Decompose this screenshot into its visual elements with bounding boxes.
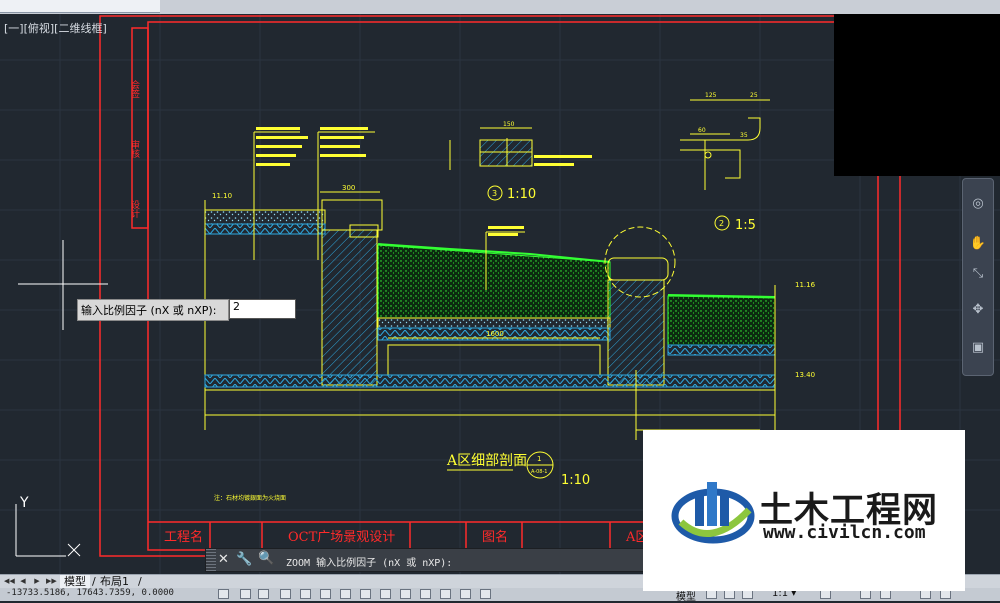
lineweight-icon[interactable]	[420, 589, 431, 599]
tab-slash-end: /	[138, 575, 142, 588]
detail-2-dim-c: 60	[698, 127, 706, 134]
civilcn-logo-icon	[671, 482, 755, 544]
tab-model[interactable]: 模型	[60, 575, 90, 589]
detail-2-dim-a: 125	[705, 92, 717, 99]
overlay-black-panel	[834, 14, 1000, 176]
viewport-controls-label[interactable]: [一][俯视][二维线框]	[4, 20, 107, 36]
document-tab[interactable]	[0, 0, 160, 13]
dynamic-input-field[interactable]: 2	[229, 299, 296, 319]
side-label-column: 会签 审核 设计	[129, 79, 140, 219]
detail-3-number: 3	[492, 189, 497, 198]
detail-2: 125 25 60 35 2 1:5	[680, 92, 770, 233]
polar-icon[interactable]	[300, 589, 311, 599]
3d-osnap-icon[interactable]	[340, 589, 351, 599]
section-callout: 1	[537, 455, 541, 463]
section-title: A区细部剖面	[446, 453, 527, 469]
otrack-icon[interactable]	[360, 589, 371, 599]
wrench-icon[interactable]: 🔧	[236, 552, 252, 567]
detail-2-number: 2	[719, 219, 724, 228]
showmotion-icon[interactable]: ▣	[968, 339, 988, 357]
dim-1600: 1600	[486, 330, 504, 338]
command-line-text[interactable]: ZOOM 输入比例因子 (nX 或 nXP):	[286, 554, 452, 569]
detail-3-dim: 150	[503, 121, 515, 128]
navigation-bar: ◎ ✋ ⤡ ✥ ▣	[962, 178, 994, 376]
tab-first-icon[interactable]: ◀◀	[4, 576, 15, 587]
level-3: 11.10	[212, 192, 232, 200]
detail-2-scale: 1:5	[735, 218, 756, 233]
snap-mode-icon[interactable]	[218, 589, 229, 599]
selection-cycling-icon[interactable]	[480, 589, 491, 599]
command-line-grip[interactable]	[206, 549, 216, 571]
watermark-logo-box: 土木工程网 www.civilcn.com	[643, 430, 965, 591]
search-icon[interactable]: 🔍	[258, 551, 274, 566]
level-2: 13.40	[795, 371, 815, 379]
steering-wheel-icon[interactable]: ◎	[968, 195, 988, 213]
tab-next-icon[interactable]: ▶	[32, 576, 42, 587]
close-icon[interactable]: ✕	[218, 552, 229, 567]
tab-prev-icon[interactable]: ◀	[18, 576, 28, 587]
detail-3: 150 3 1:10	[449, 121, 592, 202]
orbit-icon[interactable]: ✥	[968, 301, 988, 319]
watermark-url: www.civilcn.com	[763, 522, 926, 543]
section-scale: 1:10	[561, 473, 590, 488]
zoom-extents-icon[interactable]: ⤡	[968, 265, 988, 283]
side-label-3: 设计	[129, 200, 140, 219]
command-line[interactable]: ✕ 🔧 🔍 ZOOM 输入比例因子 (nX 或 nXP):	[205, 548, 645, 572]
grid-icon[interactable]	[258, 589, 269, 599]
side-label-1: 会签	[129, 79, 140, 98]
level-1: 11.16	[795, 281, 816, 289]
detail-3-scale: 1:10	[507, 187, 536, 202]
ortho-icon[interactable]	[280, 589, 291, 599]
title-block-drawing-label: 图名	[482, 529, 508, 545]
ucs-y-label: Y	[19, 495, 29, 511]
tab-last-icon[interactable]: ▶▶	[46, 576, 57, 587]
tab-layout1[interactable]: 布局1	[96, 575, 133, 589]
dynamic-input-prompt: 输入比例因子 (nX 或 nXP):	[77, 299, 229, 321]
ucs-icon	[15, 504, 81, 557]
osnap-icon[interactable]	[320, 589, 331, 599]
infer-icon[interactable]	[240, 589, 251, 599]
pan-icon[interactable]: ✋	[968, 235, 988, 253]
coordinate-readout: -13733.5186, 17643.7359, 0.0000	[6, 588, 174, 598]
detail-2-dim-b: 25	[750, 92, 758, 99]
drawing-note: 注：石材均镀銀面为火烧面	[214, 494, 286, 502]
side-label-2: 审核	[129, 139, 140, 159]
ducs-icon[interactable]	[380, 589, 391, 599]
title-block-project-name: OCT广场景观设计	[288, 530, 395, 545]
dim-300: 300	[342, 184, 355, 192]
transparency-icon[interactable]	[440, 589, 451, 599]
section-callout-sub: A-08-1	[531, 469, 547, 475]
dyn-icon[interactable]	[400, 589, 411, 599]
title-block-project-label: 工程名	[164, 529, 203, 545]
quick-properties-icon[interactable]	[460, 589, 471, 599]
detail-2-dim-d: 35	[740, 132, 748, 139]
